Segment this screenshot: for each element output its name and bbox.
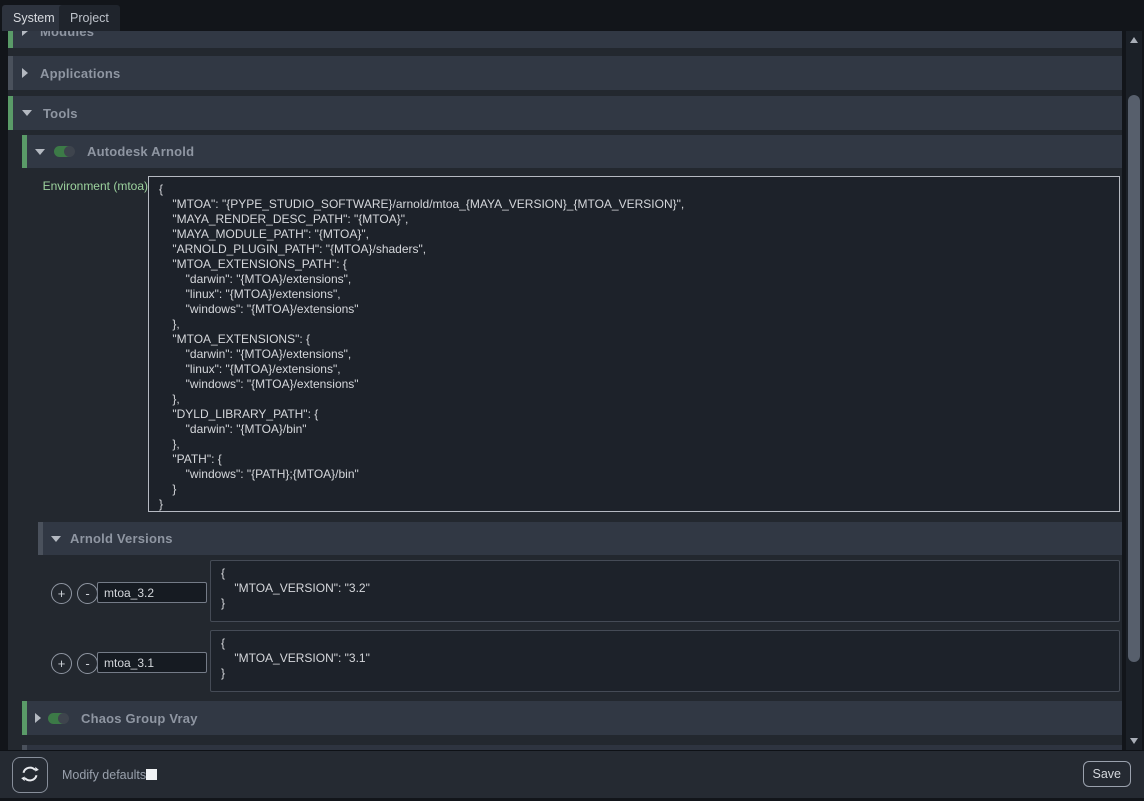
tab-project[interactable]: Project <box>59 5 120 31</box>
environment-mtoa-label: Environment (mtoa) <box>18 179 148 193</box>
settings-scroll-area: Modules Applications Tools Autodesk Arno… <box>8 31 1122 750</box>
section-title: Autodesk Arnold <box>87 144 194 159</box>
remove-version-button[interactable]: - <box>77 653 98 674</box>
vertical-scrollbar[interactable] <box>1126 31 1142 750</box>
chevron-down-icon <box>22 110 32 116</box>
section-header-arnold-versions[interactable]: Arnold Versions <box>38 522 1122 555</box>
scrollbar-thumb[interactable] <box>1128 95 1140 662</box>
tab-system[interactable]: System <box>2 5 66 31</box>
scroll-up-icon[interactable] <box>1130 37 1138 43</box>
version-name-input[interactable] <box>97 582 207 603</box>
chevron-right-icon <box>22 68 28 78</box>
save-button[interactable]: Save <box>1083 761 1132 787</box>
remove-version-button[interactable]: - <box>77 583 98 604</box>
enabled-toggle[interactable] <box>48 713 68 724</box>
environment-json-editor[interactable]: { "MTOA": "{PYPE_STUDIO_SOFTWARE}/arnold… <box>148 176 1120 512</box>
tab-bar: System Project <box>0 0 1144 31</box>
enabled-toggle[interactable] <box>54 146 74 157</box>
chevron-down-icon <box>51 536 61 542</box>
footer-bar: Modify defaults Save <box>0 750 1144 798</box>
chevron-down-icon <box>35 149 45 155</box>
version-json-editor[interactable]: { "MTOA_VERSION": "3.1" } <box>210 630 1120 692</box>
refresh-icon <box>20 764 40 787</box>
section-header-applications[interactable]: Applications <box>8 56 1122 90</box>
section-modules-clipped: Modules <box>8 31 1122 48</box>
chevron-right-icon <box>35 713 41 723</box>
section-header-autodesk-arnold[interactable]: Autodesk Arnold <box>22 135 1122 168</box>
section-title: Modules <box>40 31 94 39</box>
add-version-button[interactable]: + <box>51 653 72 674</box>
section-header-modules[interactable]: Modules <box>8 31 1122 48</box>
section-title: Chaos Group Vray <box>81 711 198 726</box>
refresh-button[interactable] <box>12 757 48 793</box>
section-title: Tools <box>43 106 78 121</box>
chevron-right-icon <box>22 31 28 36</box>
version-name-input[interactable] <box>97 652 207 673</box>
section-title: Arnold Versions <box>70 531 173 546</box>
settings-window: System Project Modules Applications Tool… <box>0 0 1144 801</box>
section-header-chaos-group-vray[interactable]: Chaos Group Vray <box>22 701 1122 735</box>
modify-defaults-checkbox[interactable] <box>146 769 157 780</box>
scroll-down-icon[interactable] <box>1130 738 1138 744</box>
section-header-tools[interactable]: Tools <box>8 96 1122 130</box>
modify-defaults-label: Modify defaults <box>62 751 146 799</box>
add-version-button[interactable]: + <box>51 583 72 604</box>
version-json-editor[interactable]: { "MTOA_VERSION": "3.2" } <box>210 560 1120 622</box>
section-title: Applications <box>40 66 120 81</box>
